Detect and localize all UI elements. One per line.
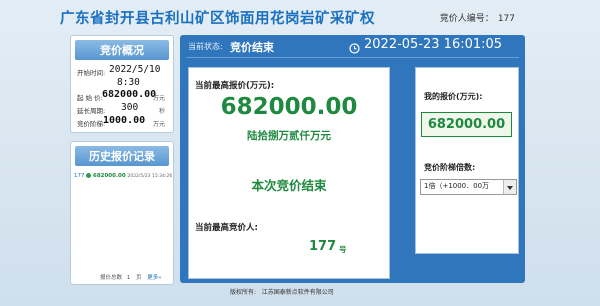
history-record[interactable]: 177 682000.00 2022/5/23 15:34:26 bbox=[74, 171, 173, 181]
extend-value: 300 bbox=[121, 102, 139, 113]
status-label: 当前状态: bbox=[188, 42, 223, 51]
end-message: 本次竞价结束 bbox=[251, 178, 327, 193]
current-bidder-label: 当前最高竞价人: bbox=[195, 223, 258, 233]
bidder-number-value: 177 bbox=[497, 14, 515, 24]
current-high-label: 当前最高报价(万元): bbox=[195, 81, 275, 91]
status-datetime: 2022-05-23 16:01:05 bbox=[364, 37, 503, 52]
current-high-chinese: 陆拾捌万贰仟万元 bbox=[247, 130, 331, 142]
current-bidder-no: 177 bbox=[309, 239, 337, 254]
current-high-value: 682000.00 bbox=[220, 94, 358, 120]
pager-count: 1 bbox=[126, 275, 131, 281]
history-pager: 报价总数 1 页 更多» bbox=[100, 273, 162, 281]
start-price: 682000.00 bbox=[102, 89, 157, 100]
current-bidder-suffix: 号 bbox=[339, 245, 347, 254]
bidder-number-label: 竞价人编号： bbox=[439, 14, 494, 24]
history-panel: 历史报价记录 177 682000.00 2022/5/23 15:34:26 … bbox=[70, 141, 174, 285]
multiplier-selected: 1倍（+1000．00万 bbox=[424, 182, 490, 190]
my-bid-box: 我的报价(万元): 682000.00 竞价阶梯倍数: 1倍（+1000．00万 bbox=[415, 67, 519, 254]
multiplier-label: 竞价阶梯倍数: bbox=[424, 163, 476, 172]
bidder-number: 竞价人编号： 177 bbox=[440, 11, 515, 24]
history-title: 历史报价记录 bbox=[75, 146, 169, 166]
start-price-label: 起 始 价: bbox=[77, 94, 103, 102]
pager-next-link[interactable]: 更多» bbox=[147, 275, 161, 281]
bid-main-panel: 当前状态: 竞价结束 2022-05-23 16:01:05 当前最高报价(万元… bbox=[180, 35, 525, 283]
start-price-unit: 万元 bbox=[153, 95, 166, 102]
start-time-label: 开始时间: bbox=[77, 69, 106, 77]
my-bid-value: 682000.00 bbox=[427, 117, 506, 132]
clock-icon bbox=[349, 39, 360, 54]
record-bidder: 177 bbox=[74, 173, 85, 179]
step-unit: 万元 bbox=[153, 121, 166, 128]
pager-count-label: 报价总数 bbox=[100, 275, 123, 281]
start-clock: 8:30 bbox=[117, 77, 140, 88]
extend-unit: 秒 bbox=[159, 108, 166, 115]
user-icon bbox=[86, 173, 92, 178]
step-value: 1000.00 bbox=[103, 115, 146, 126]
step-label: 竞价阶梯: bbox=[77, 120, 106, 128]
multiplier-select[interactable]: 1倍（+1000．00万 bbox=[420, 179, 517, 195]
footer-copyright: 版权所有: 江苏国泰新点软件有限公司 bbox=[230, 289, 334, 296]
record-time: 2022/5/23 15:34:26 bbox=[127, 174, 173, 179]
status-divider bbox=[186, 57, 519, 58]
current-bid-box: 当前最高报价(万元): 682000.00 陆拾捌万贰仟万元 本次竞价结束 当前… bbox=[188, 67, 390, 279]
overview-title: 竞价概况 bbox=[75, 40, 169, 60]
my-bid-display: 682000.00 bbox=[421, 112, 512, 137]
extend-label: 延长周期: bbox=[77, 107, 106, 115]
pager-page-label: 页 bbox=[136, 275, 142, 281]
page-title: 广东省封开县古利山矿区饰面用花岗岩矿采矿权 bbox=[60, 11, 375, 27]
my-bid-label: 我的报价(万元): bbox=[424, 92, 483, 101]
overview-panel: 竞价概况 开始时间: 2022/5/10 8:30 起 始 价: 682000.… bbox=[70, 35, 174, 133]
record-price: 682000.00 bbox=[93, 173, 126, 179]
chevron-down-icon[interactable] bbox=[503, 180, 516, 194]
start-date: 2022/5/10 bbox=[109, 64, 161, 75]
status-value: 竞价结束 bbox=[230, 41, 274, 54]
